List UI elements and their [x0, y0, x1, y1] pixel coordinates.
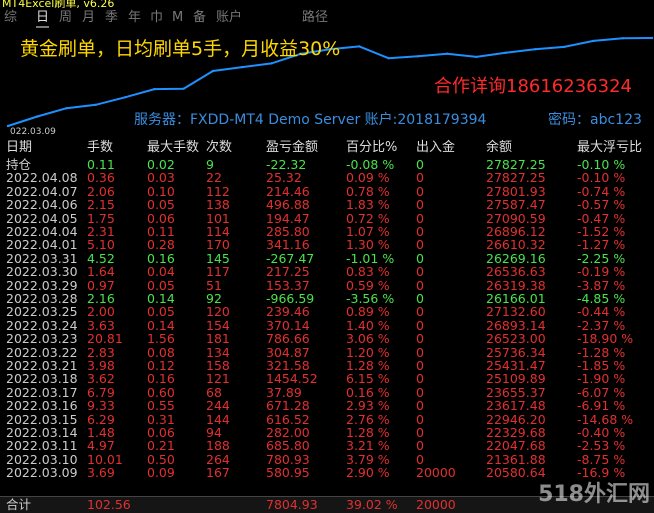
cell-flow: 20000: [416, 465, 456, 481]
balance-point-03.14: [94, 103, 98, 107]
table-row[interactable]: 2022.03.18 3.62 0.16 121 1454.52 6.15 % 0 25109…: [0, 371, 654, 386]
table-row[interactable]: 2022.03.31 4.52 0.16 145 -267.47 -1.01 % 0 2626…: [0, 251, 654, 266]
table-row[interactable]: 2022.03.11 4.97 0.21 188 685.80 3.21 % 0 22047.…: [0, 438, 654, 453]
tab-0[interactable]: 综: [4, 10, 17, 26]
tab-9[interactable]: 账户: [216, 10, 242, 26]
table-row[interactable]: 2022.04.06 2.15 0.05 138 496.88 1.83 % 0 27587.…: [0, 197, 654, 212]
window-title-bar: MT4Excel刷单, v6.26: [0, 0, 654, 8]
balance-chart: 黄金刷单，日均刷单5手，月收益30% 合作详询18616236324 服务器：F…: [0, 28, 654, 138]
table-row[interactable]: 2022.03.10 10.01 0.50 264 780.93 3.79 % 0 21361…: [0, 452, 654, 467]
balance-point-04.08: [650, 36, 654, 40]
table-header: 日期 手数 最大手数 次数 盈亏金额 百分比% 出入金 余额 最大浮亏比: [0, 140, 654, 156]
footer-pnl: 7804.93: [266, 497, 318, 512]
tab-2[interactable]: 周: [59, 10, 72, 26]
table-row[interactable]: 2022.03.25 2.00 0.05 120 239.46 0.89 % 0 27132.…: [0, 304, 654, 319]
balance-point-03.31: [475, 55, 478, 59]
table-row[interactable]: 2022.03.17 6.79 0.60 68 37.89 0.16 % 0 23655.37…: [0, 385, 654, 400]
balance-point-03.16: [153, 87, 156, 91]
balance-point-04.04: [533, 48, 537, 51]
column-header-8[interactable]: 最大浮亏比: [577, 140, 642, 155]
footer-pct: 39.02 %: [346, 497, 398, 512]
column-header-4[interactable]: 盈亏金额: [266, 140, 318, 155]
balance-point-04.06: [592, 39, 595, 43]
balance-point-03.18: [211, 69, 215, 73]
tab-6[interactable]: 巾: [150, 10, 163, 26]
table-row[interactable]: 2022.03.30 1.64 0.04 117 217.25 0.83 % 0 26536.…: [0, 264, 654, 279]
table-row[interactable]: 2022.04.05 1.75 0.06 101 194.47 0.72 % 0 27090.…: [0, 211, 654, 226]
footer-lots: 102.56: [87, 497, 131, 512]
table-row[interactable]: 2022.04.08 0.36 0.03 22 25.32 0.09 % 0 27827.25…: [0, 170, 654, 185]
table-row[interactable]: 2022.03.14 1.48 0.06 94 282.00 1.28 % 0 22329.6…: [0, 425, 654, 440]
cell-count: 167: [206, 465, 230, 481]
cell-balance: 20580.64: [486, 465, 546, 481]
tab-8[interactable]: 备: [193, 10, 206, 26]
balance-point-03.28: [387, 57, 390, 60]
table-row[interactable]: 2022.03.15 6.29 0.31 144 616.52 2.76 % 0 22946.…: [0, 412, 654, 427]
period-tab-bar: 综 日周月季年巾 M 备账户 路径: [0, 8, 654, 28]
window-title: MT4Excel刷单, v6.26: [2, 0, 115, 8]
cell-pnl: 580.95: [266, 465, 310, 481]
balance-point-03.09: [6, 124, 10, 128]
column-header-5[interactable]: 百分比%: [346, 140, 397, 155]
password-info: 密码：abc123: [548, 112, 642, 128]
balance-point-03.30: [445, 52, 449, 55]
promo-headline: 黄金刷单，日均刷单5手，月收益30%: [20, 38, 341, 60]
column-header-2[interactable]: 最大手数: [147, 140, 199, 155]
tab-10[interactable]: 路径: [302, 10, 328, 26]
balance-point-03.10: [36, 115, 39, 118]
footer-flow: 20000: [416, 497, 456, 512]
balance-point-03.29: [416, 55, 419, 58]
balance-point-04.01: [504, 51, 507, 54]
table-row[interactable]: 2022.03.21 3.98 0.12 158 321.58 1.28 % 0 25431.…: [0, 358, 654, 373]
table-row[interactable]: 2022.04.04 2.31 0.11 114 285.80 1.07 % 0 26896.…: [0, 224, 654, 239]
column-header-0[interactable]: 日期: [6, 140, 32, 155]
balance-point-04.05: [563, 45, 566, 49]
cell-lots: 3.69: [87, 465, 115, 481]
table-row[interactable]: 2022.03.28 2.16 0.14 92 -966.59 -3.56 % 0 26166…: [0, 291, 654, 306]
table-row[interactable]: 2022.03.29 0.97 0.05 51 153.37 0.59 % 0 26319.3…: [0, 278, 654, 293]
cell-date: 2022.03.09: [6, 465, 78, 481]
table-row[interactable]: 2022.03.16 9.33 0.55 244 671.28 2.93 % 0 23617.…: [0, 398, 654, 413]
cell-max_lots: 0.09: [147, 465, 175, 481]
tab-7[interactable]: M: [172, 10, 183, 26]
tab-5[interactable]: 年: [128, 10, 141, 26]
tab-4[interactable]: 季: [105, 10, 118, 26]
chart-x-start-label: 022.03.09: [10, 127, 56, 137]
column-header-1[interactable]: 手数: [87, 140, 113, 155]
balance-point-04.07: [621, 37, 624, 40]
table-row[interactable]: 2022.03.24 3.63 0.14 154 370.14 1.40 % 0 26893.…: [0, 318, 654, 333]
column-header-7[interactable]: 余额: [486, 140, 512, 155]
balance-point-03.15: [123, 96, 127, 99]
balance-point-03.17: [182, 87, 185, 90]
balance-point-03.21: [241, 65, 244, 69]
table-row[interactable]: 2022.04.07 2.06 0.10 112 214.46 0.78 % 0 27801.…: [0, 184, 654, 199]
tab-1[interactable]: 日: [36, 10, 50, 28]
footer-label: 合计: [6, 497, 32, 512]
holding-row[interactable]: 持仓 0.11 0.02 9 -22.32 -0.08 % 0 27827.25 -0.10 %: [0, 157, 654, 172]
balance-point-03.11: [65, 107, 68, 110]
column-header-3[interactable]: 次数: [206, 140, 232, 155]
balance-point-03.25: [358, 45, 361, 48]
column-header-6[interactable]: 出入金: [416, 140, 455, 155]
tab-3[interactable]: 月: [82, 10, 95, 26]
server-info: 服务器：FXDD-MT4 Demo Server 账户:2018179394: [134, 112, 487, 128]
cell-pct: 2.90 %: [346, 465, 390, 481]
watermark-logo: 518外汇网: [538, 482, 650, 507]
table-row[interactable]: 2022.03.23 20.81 1.56 181 786.66 3.06 % 0 26523…: [0, 331, 654, 346]
table-row[interactable]: 2022.04.01 5.10 0.28 170 341.16 1.30 % 0 26610.…: [0, 237, 654, 252]
table-row[interactable]: 2022.03.22 2.83 0.08 134 304.87 1.20 % 0 25736.…: [0, 345, 654, 360]
promo-contact: 合作详询18616236324: [434, 76, 632, 97]
balance-point-03.22: [270, 62, 273, 65]
